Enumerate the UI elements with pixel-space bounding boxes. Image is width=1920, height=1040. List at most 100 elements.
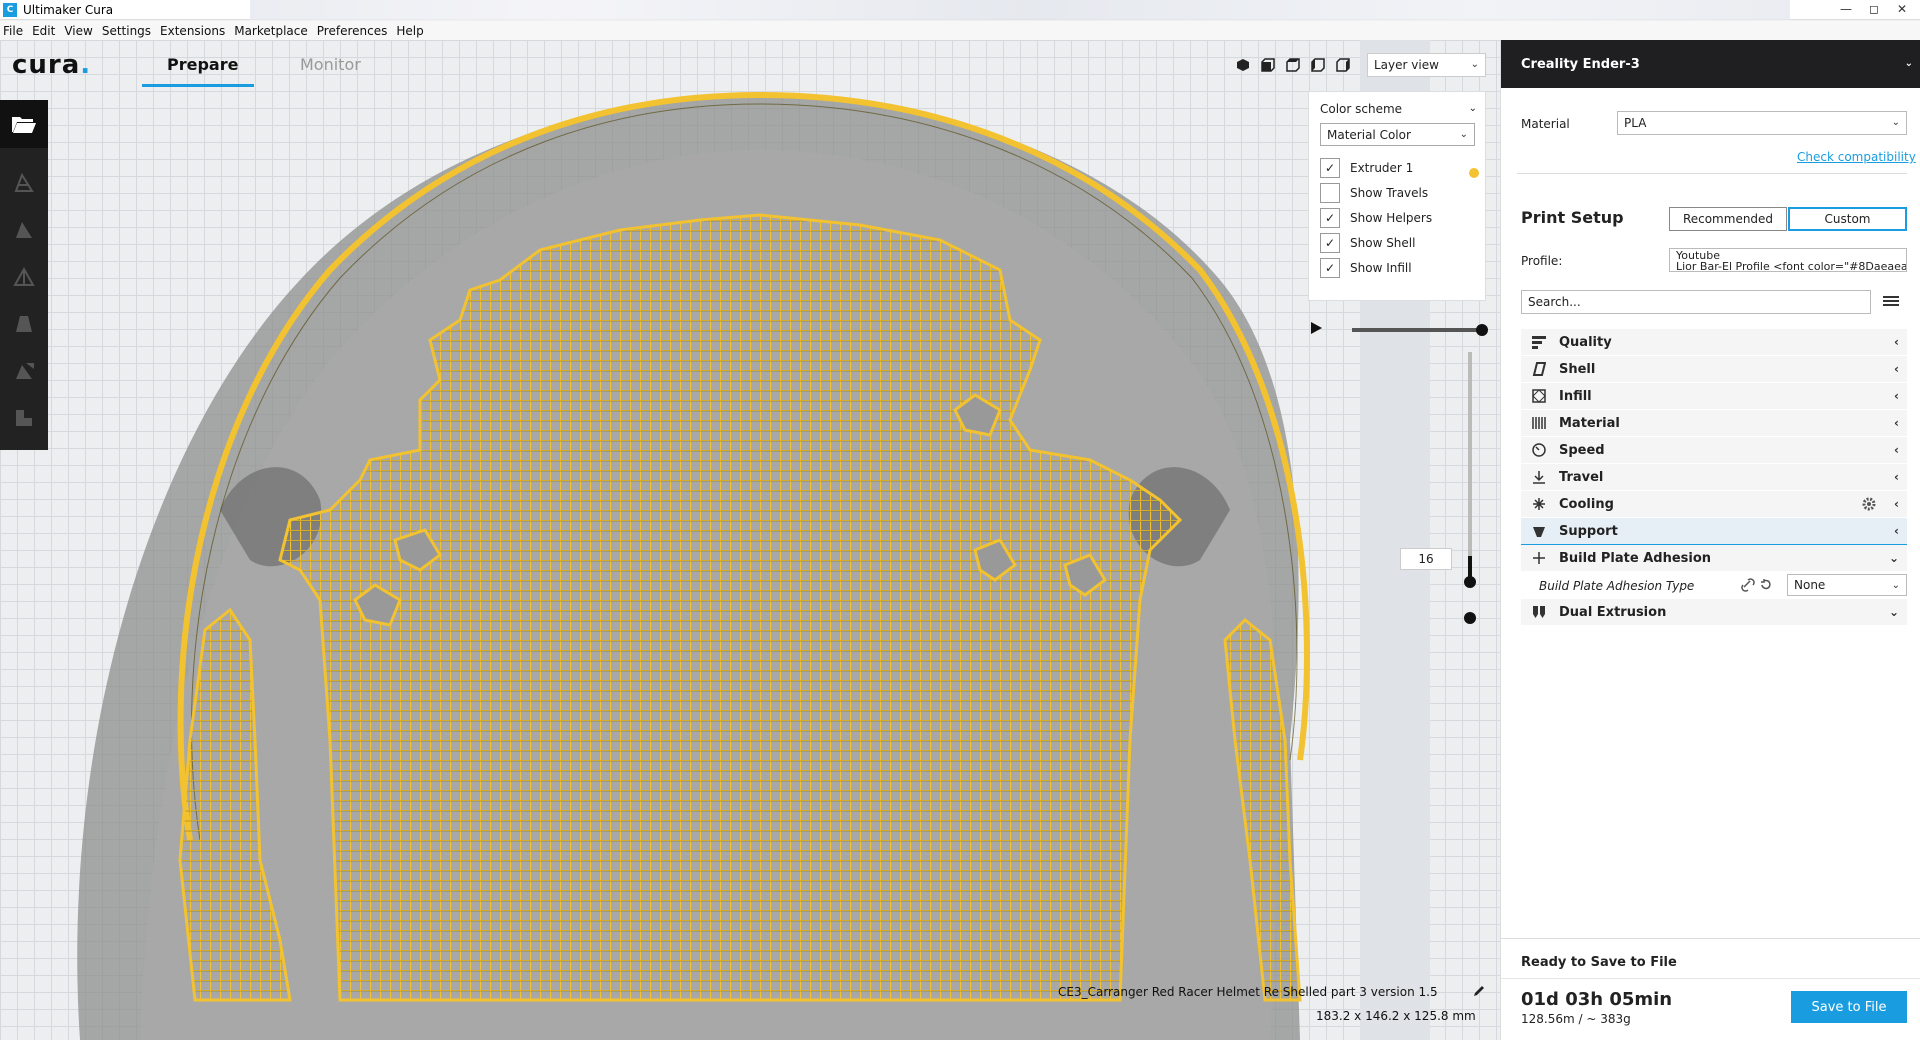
path-slider-track[interactable] <box>1352 328 1480 332</box>
profile-dropdown[interactable]: Youtube Lior Bar-El Profile <font color=… <box>1669 248 1907 272</box>
option-label: Extruder 1 <box>1350 161 1414 175</box>
tab-prepare-underline <box>142 84 254 87</box>
printer-selector[interactable]: Creality Ender-3 ⌄ <box>1501 40 1920 88</box>
mode-recommended-button[interactable]: Recommended <box>1669 207 1787 231</box>
category-speed[interactable]: Speed ‹ <box>1521 437 1907 464</box>
chevron-down-icon: ⌄ <box>1891 117 1900 128</box>
view-3d-button[interactable] <box>1232 56 1253 74</box>
checkbox-checked[interactable]: ✓ <box>1320 233 1340 253</box>
chevron-down-icon: ⌄ <box>1888 605 1899 619</box>
chevron-down-icon: ⌄ <box>1470 59 1479 70</box>
mode-custom-button[interactable]: Custom <box>1788 207 1907 231</box>
cooling-icon <box>1531 496 1547 512</box>
layer-preview <box>77 40 1430 1040</box>
category-label: Speed <box>1559 442 1605 458</box>
mirror-icon <box>16 316 32 332</box>
category-infill[interactable]: Infill ‹ <box>1521 383 1907 410</box>
option-show-helpers[interactable]: ✓ Show Helpers <box>1320 208 1432 228</box>
material-dropdown[interactable]: PLA ⌄ <box>1617 111 1907 135</box>
category-label: Material <box>1559 415 1620 431</box>
layer-slider-track[interactable] <box>1468 352 1472 582</box>
save-to-file-button[interactable]: Save to File <box>1791 991 1907 1023</box>
menu-settings[interactable]: Settings <box>102 24 151 38</box>
cura-logo-dot: . <box>80 50 92 80</box>
menu-view[interactable]: View <box>64 24 92 38</box>
cube-3d-icon <box>1236 59 1249 71</box>
menu-file[interactable]: File <box>3 24 23 38</box>
checkbox-unchecked[interactable] <box>1320 183 1340 203</box>
option-extruder-1[interactable]: ✓ Extruder 1 <box>1320 158 1413 178</box>
menu-marketplace[interactable]: Marketplace <box>234 24 308 38</box>
open-file-button[interactable] <box>0 100 48 148</box>
ready-status: Ready to Save to File <box>1521 955 1677 970</box>
material-label: Material <box>1521 117 1570 131</box>
gear-icon[interactable] <box>1861 496 1877 512</box>
checkbox-checked[interactable]: ✓ <box>1320 208 1340 228</box>
chevron-down-icon: ⌄ <box>1904 58 1913 69</box>
view-right-button[interactable] <box>1332 56 1353 74</box>
adhesion-type-dropdown[interactable]: None ⌄ <box>1787 574 1907 596</box>
category-travel[interactable]: Travel ‹ <box>1521 464 1907 491</box>
settings-search-input[interactable]: Search... <box>1521 290 1871 314</box>
category-build-plate-adhesion[interactable]: Build Plate Adhesion ⌄ <box>1521 545 1907 572</box>
checkbox-checked[interactable]: ✓ <box>1320 158 1340 178</box>
play-simulation-icon[interactable] <box>1308 320 1324 336</box>
check-compatibility-link[interactable]: Check compatibility <box>1797 150 1916 164</box>
settings-visibility-menu-icon[interactable] <box>1883 293 1899 309</box>
current-layer-input[interactable]: 16 <box>1400 548 1452 570</box>
chevron-left-icon: ‹ <box>1894 416 1899 430</box>
minimize-button[interactable]: — <box>1832 0 1860 18</box>
category-cooling[interactable]: Cooling ‹ <box>1521 491 1907 518</box>
folder-icon <box>12 117 36 133</box>
camera-view-buttons <box>1232 56 1353 74</box>
cube-left-icon <box>1310 58 1325 72</box>
view-left-button[interactable] <box>1307 56 1328 74</box>
option-show-shell[interactable]: ✓ Show Shell <box>1320 233 1415 253</box>
link-icon[interactable] <box>1741 578 1755 592</box>
view-mode-dropdown[interactable]: Layer view ⌄ <box>1367 53 1486 77</box>
menu-help[interactable]: Help <box>396 24 423 38</box>
layer-slider-lower-handle[interactable] <box>1464 612 1476 624</box>
dual-extrusion-icon <box>1531 604 1547 620</box>
layer-slider-upper-handle[interactable] <box>1464 576 1476 588</box>
menu-preferences[interactable]: Preferences <box>317 24 388 38</box>
category-support[interactable]: Support ‹ <box>1521 518 1907 545</box>
category-dual-extrusion[interactable]: Dual Extrusion ⌄ <box>1521 599 1907 626</box>
pencil-icon[interactable] <box>1472 984 1486 998</box>
option-show-infill[interactable]: ✓ Show Infill <box>1320 258 1412 278</box>
move-tool-button[interactable] <box>9 168 39 198</box>
option-show-travels[interactable]: Show Travels <box>1320 183 1428 203</box>
per-model-settings-button[interactable] <box>9 356 39 386</box>
category-material[interactable]: Material ‹ <box>1521 410 1907 437</box>
category-label: Support <box>1559 523 1618 539</box>
tab-prepare[interactable]: Prepare <box>167 55 238 74</box>
rotate-tool-button[interactable] <box>9 262 39 292</box>
close-button[interactable]: ✕ <box>1888 0 1916 18</box>
menu-extensions[interactable]: Extensions <box>160 24 225 38</box>
category-label: Dual Extrusion <box>1559 604 1667 620</box>
scale-tool-button[interactable] <box>9 215 39 245</box>
category-quality[interactable]: Quality ‹ <box>1521 329 1907 356</box>
collapse-chevron-icon[interactable]: ⌄ <box>1469 103 1477 114</box>
tab-monitor[interactable]: Monitor <box>300 55 361 74</box>
support-blocker-button[interactable] <box>9 403 39 433</box>
material-value: PLA <box>1624 116 1647 130</box>
color-scheme-dropdown[interactable]: Material Color ⌄ <box>1320 123 1475 146</box>
category-label: Shell <box>1559 361 1596 377</box>
per-model-settings-icon <box>16 363 34 379</box>
path-slider-handle[interactable] <box>1476 324 1488 336</box>
printer-name: Creality Ender-3 <box>1521 56 1640 72</box>
reset-icon[interactable] <box>1759 578 1773 592</box>
3d-viewport[interactable]: cura. Prepare Monitor Layer view ⌄ Color… <box>0 40 1500 1040</box>
menu-edit[interactable]: Edit <box>32 24 55 38</box>
support-blocker-icon <box>16 410 32 426</box>
view-top-button[interactable] <box>1282 56 1303 74</box>
chevron-down-icon: ⌄ <box>1891 580 1900 591</box>
view-front-button[interactable] <box>1257 56 1278 74</box>
checkbox-checked[interactable]: ✓ <box>1320 258 1340 278</box>
color-scheme-label: Color scheme <box>1320 102 1403 116</box>
cube-right-icon <box>1335 58 1350 72</box>
maximize-button[interactable]: ◻ <box>1860 0 1888 18</box>
mirror-tool-button[interactable] <box>9 309 39 339</box>
category-shell[interactable]: Shell ‹ <box>1521 356 1907 383</box>
